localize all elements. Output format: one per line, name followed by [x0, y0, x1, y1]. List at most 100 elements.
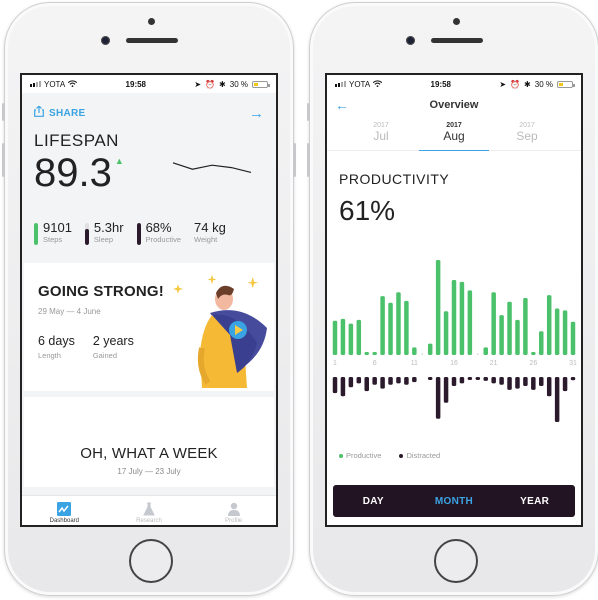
user-icon [227, 502, 241, 516]
productivity-chart: 1 6 11 16 21 26 31 [332, 260, 577, 422]
stat-label: Sleep [93, 235, 114, 244]
bar-distracted [467, 377, 473, 380]
bar-distracted [356, 377, 362, 384]
x-tick-label: 26 [529, 360, 537, 367]
clock: 19:58 [430, 79, 452, 89]
wifi-icon [67, 79, 78, 89]
front-camera [101, 36, 110, 45]
legend-label: Productive [346, 451, 382, 460]
bar-productive [539, 331, 544, 355]
x-tick-label: 1 [333, 360, 337, 367]
gained-label: Gained [92, 351, 118, 360]
bar-productive [372, 352, 377, 355]
chart-icon [57, 501, 72, 516]
segment-day[interactable]: DAY [338, 496, 408, 507]
card-dates: 17 July — 23 July [117, 467, 181, 476]
tab-dashboard[interactable]: Dashboard [34, 501, 94, 524]
tab-bar: Dashboard Research Profile [22, 495, 276, 525]
proximity-sensor [148, 18, 155, 25]
month-sep[interactable]: 2017 Sep [497, 117, 557, 150]
month-jul[interactable]: 2017 Jul [351, 117, 411, 150]
lifespan-title: LIFESPAN [34, 131, 119, 150]
bar-distracted [396, 377, 401, 384]
back-arrow-icon[interactable]: ← [335, 97, 349, 113]
month-aug[interactable]: 2017 Aug [424, 117, 484, 150]
bar-distracted [531, 377, 536, 390]
home-button[interactable] [129, 539, 173, 583]
bar-productive [554, 308, 560, 355]
bar-distracted [404, 377, 409, 385]
segment-year[interactable]: YEAR [500, 496, 570, 507]
stat-indicator [136, 223, 141, 245]
status-bar: YOTA 19:58 ➤ ⏰ ✱ 30 % [327, 75, 581, 93]
share-label: SHARE [49, 107, 86, 119]
alarm-icon: ⏰ [510, 79, 521, 89]
segment-month[interactable]: MONTH [419, 496, 489, 507]
battery-percent: 30 % [229, 79, 248, 89]
bar-productive [340, 318, 346, 355]
front-camera [406, 36, 415, 45]
card-what-a-week[interactable]: OH, WHAT A WEEK 17 July — 23 July [24, 397, 274, 487]
card-going-strong[interactable]: GOING STRONG! 29 May — 4 June 6 days Leng… [24, 263, 274, 391]
bar-distracted [475, 377, 481, 380]
bar-productive [380, 296, 385, 355]
stat-label: Weight [194, 235, 218, 244]
battery-icon [556, 80, 575, 88]
mute-switch [307, 103, 310, 121]
bar-productive-empty [477, 353, 479, 355]
bar-productive [523, 298, 528, 355]
tab-profile[interactable]: Profile [204, 502, 264, 524]
home-button[interactable] [434, 539, 478, 583]
bar-productive [507, 301, 512, 355]
x-tick-label: 31 [569, 360, 577, 367]
bar-distracted [412, 377, 417, 383]
volume-up-button [307, 143, 310, 177]
alarm-icon: ⏰ [205, 79, 216, 89]
bar-distracted [435, 377, 441, 419]
superhero-illustration [173, 274, 267, 388]
stats-row: 9101 Steps 5.3hr Sleep 68% Productive 74 kg… [22, 203, 276, 263]
flask-icon [142, 502, 156, 516]
stat-indicator [34, 223, 38, 245]
bar-distracted [523, 377, 528, 386]
month-year: 2017 [519, 122, 535, 129]
card-title: OH, WHAT A WEEK [80, 445, 218, 462]
location-icon: ➤ [194, 79, 202, 89]
dashboard-content: SHARE → LIFESPAN 89.3 ▲ 9101 Steps 5.3hr S… [22, 93, 276, 525]
stat-value: 9101 [43, 220, 72, 235]
bar-productive [435, 260, 441, 355]
battery-icon [251, 80, 270, 88]
bar-distracted [499, 377, 504, 385]
stat-label: Steps [43, 235, 63, 244]
location-icon: ➤ [499, 79, 507, 89]
legend-distracted: Distracted [399, 451, 440, 460]
legend-label: Distracted [406, 451, 441, 460]
lifespan-value: 89.3 [34, 151, 112, 195]
active-month-indicator [419, 149, 489, 151]
month-name: Sep [516, 129, 538, 143]
month-name: Jul [373, 129, 389, 143]
bar-productive [388, 302, 393, 355]
stat-sleep: 5.3hr Sleep [84, 221, 124, 263]
bar-productive-empty [421, 353, 424, 355]
bar-productive [404, 300, 409, 355]
bar-distracted [388, 377, 393, 385]
bar-productive [546, 295, 552, 355]
bar-productive [427, 343, 433, 355]
arrow-right-icon[interactable]: → [249, 105, 264, 122]
bar-distracted [554, 377, 560, 422]
tab-research[interactable]: Research [119, 502, 179, 524]
earpiece-speaker [126, 38, 178, 43]
bar-productive [412, 347, 417, 355]
volume-up-button [2, 143, 5, 177]
bar-productive [562, 310, 568, 355]
stat-value: 68% [145, 220, 172, 235]
month-selector: 2017 Jul 2017 Aug 2017 Sep [327, 117, 581, 151]
carrier-label: YOTA [44, 79, 66, 89]
gained-value: 2 years [92, 334, 134, 348]
legend-productive: Productive [339, 451, 381, 460]
month-year: 2017 [373, 122, 389, 129]
stat-steps: 9101 Steps [34, 221, 72, 263]
legend-dot-distracted [399, 454, 404, 459]
share-button[interactable]: SHARE [34, 105, 86, 120]
